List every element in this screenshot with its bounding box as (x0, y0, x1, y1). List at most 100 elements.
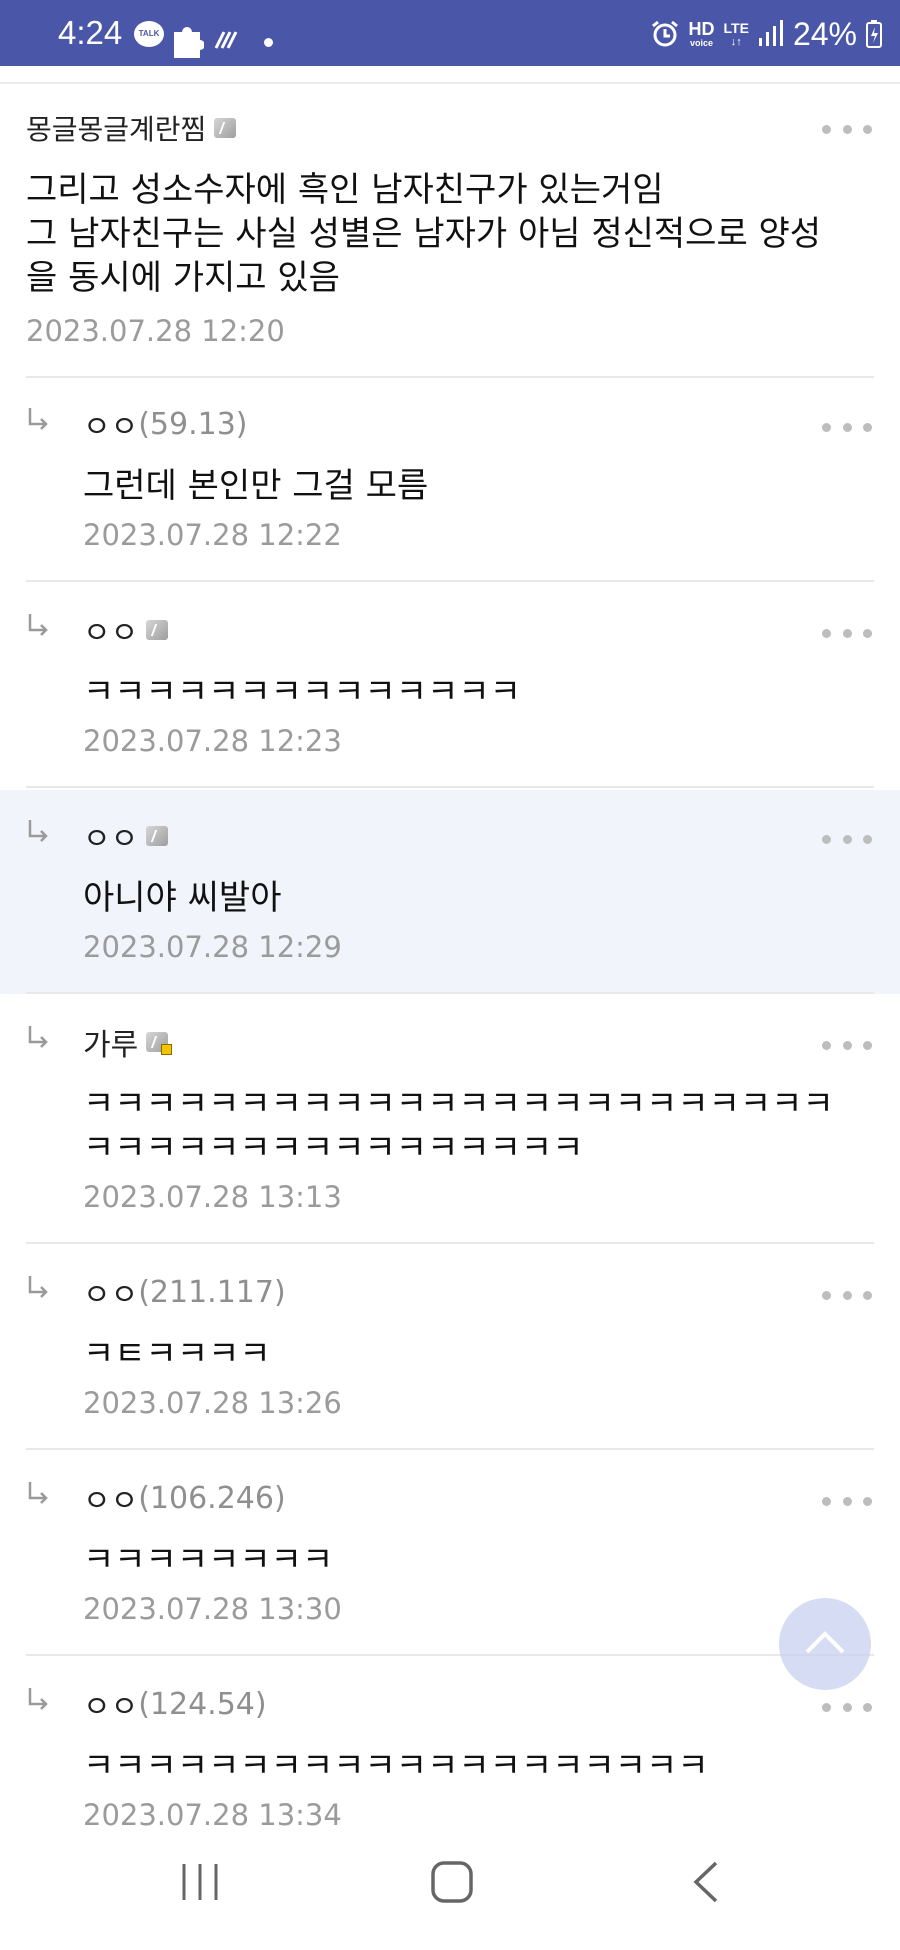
reply-arrow-icon (28, 1026, 48, 1048)
reply-date: 2023.07.28 13:30 (83, 1592, 342, 1626)
reply-line: ㅋㅋㅋㅋㅋㅋㅋㅋ (83, 1540, 334, 1580)
reply-text: ㅋㅌㅋㅋㅋㅋ (83, 1332, 863, 1376)
author-name: ㅇㅇ (83, 1484, 139, 1519)
kakaotalk-icon: TALK (134, 21, 164, 47)
reply-text: ㅋㅋㅋㅋㅋㅋㅋㅋ (83, 1538, 863, 1582)
reply-date: 2023.07.28 13:13 (83, 1180, 342, 1214)
reply-arrow-icon (28, 408, 48, 430)
more-dots-icon[interactable] (822, 1288, 872, 1302)
hd-label: HD (688, 19, 715, 39)
more-dots-icon[interactable] (822, 1038, 872, 1052)
author-ip: (59.13) (138, 406, 248, 442)
more-dots-icon[interactable] (822, 1700, 872, 1714)
more-dots-icon[interactable] (822, 420, 872, 434)
battery-percent: 24% (792, 15, 857, 52)
reply-author[interactable]: ㅇㅇ (124.54) (83, 1682, 863, 1726)
home-icon[interactable] (430, 1860, 474, 1904)
comment: 몽글몽글계란찜 그리고 성소수자에 흑인 남자친구가 있는거임 그 남자친구는 … (26, 108, 874, 348)
reply-text: ㅋㅋㅋㅋㅋㅋㅋㅋㅋㅋㅋㅋㅋㅋㅋㅋㅋㅋㅋㅋ (83, 1744, 863, 1788)
reply-author[interactable]: ㅇㅇ (83, 814, 863, 858)
alarm-icon (651, 20, 678, 47)
divider (26, 1654, 874, 1656)
comment-author[interactable]: 몽글몽글계란찜 (26, 108, 874, 148)
reply-date: 2023.07.28 12:29 (83, 930, 342, 964)
status-time: 4:24 (58, 14, 123, 51)
top-divider (0, 82, 900, 84)
reply-date: 2023.07.28 13:34 (83, 1798, 342, 1832)
reply-text: 아니야 씨발아 (83, 876, 863, 920)
reply-line: ㅋㅌㅋㅋㅋㅋ (83, 1334, 271, 1374)
more-dots-icon[interactable] (822, 832, 872, 846)
reply-author[interactable]: ㅇㅇ (106.246) (83, 1476, 863, 1520)
author-name: 몽글몽글계란찜 (26, 113, 207, 146)
lte-indicator: LTE ↓↑ (724, 20, 749, 48)
more-dots-icon[interactable] (822, 1494, 872, 1508)
reply-item: ㅇㅇ (106.246) ㅋㅋㅋㅋㅋㅋㅋㅋ 2023.07.28 13:30 (0, 1452, 900, 1656)
reply-content: ㅇㅇㅋㅋㅋㅋㅋㅋㅋㅋㅋㅋㅋㅋㅋㅋ 2023.07.28 12:23 (83, 608, 863, 758)
comment-line: 을 동시에 가지고 있음 (26, 258, 340, 298)
scroll-top-button[interactable] (779, 1598, 871, 1690)
reply-content: ㅇㅇ (59.13) 그런데 본인만 그걸 모름 2023.07.28 12:22 (83, 402, 863, 553)
comment-line: 그 남자친구는 사실 성별은 남자가 아님 정신적으로 양성 (26, 214, 822, 254)
hd-voice-indicator: HD voice (689, 20, 715, 48)
reply-author[interactable]: ㅇㅇ (211.117) (83, 1270, 863, 1314)
author-name: ㅇㅇ (83, 410, 139, 445)
reply-content: ㅇㅇ 아니야 씨발아 2023.07.28 12:29 (83, 814, 863, 964)
reply-content: ㅇㅇ (211.117) ㅋㅌㅋㅋㅋㅋ 2023.07.28 13:26 (83, 1270, 863, 1421)
recent-apps-icon[interactable] (180, 1860, 220, 1904)
divider (26, 580, 874, 582)
reply-content: ㅇㅇ (124.54) ㅋㅋㅋㅋㅋㅋㅋㅋㅋㅋㅋㅋㅋㅋㅋㅋㅋㅋㅋㅋ 2023.07.28… (83, 1682, 863, 1833)
reply-line: ㅋㅋㅋㅋㅋㅋㅋㅋㅋㅋㅋㅋㅋㅋㅋㅋ (83, 1128, 584, 1168)
wifi-calling-icon (214, 31, 238, 49)
reply-line: ㅋㅋㅋㅋㅋㅋㅋㅋㅋㅋㅋㅋㅋㅋㅋㅋㅋㅋㅋㅋㅋㅋㅋㅋ (83, 1084, 834, 1124)
reply-text: 그런데 본인만 그걸 모름 (83, 464, 863, 508)
battery-charging-icon (866, 20, 882, 48)
gallery-badge-icon (146, 620, 169, 640)
reply-text: ㅋㅋㅋㅋㅋㅋㅋㅋㅋㅋㅋㅋㅋㅋㅋㅋㅋㅋㅋㅋㅋㅋㅋㅋ ㅋㅋㅋㅋㅋㅋㅋㅋㅋㅋㅋㅋㅋㅋㅋㅋ (83, 1082, 863, 1170)
reply-arrow-icon (28, 1276, 48, 1298)
reply-author[interactable]: ㅇㅇ (83, 608, 863, 652)
reply-content: ㅇㅇ (106.246) ㅋㅋㅋㅋㅋㅋㅋㅋ 2023.07.28 13:30 (83, 1476, 863, 1627)
divider (26, 786, 874, 788)
more-dots-icon[interactable] (822, 626, 872, 640)
status-bar: 4:24 TALK HD voice LTE ↓↑ 24% (0, 0, 900, 66)
gallery-badge-icon (146, 826, 169, 846)
author-ip: (106.246) (138, 1480, 286, 1516)
puzzle-icon (174, 27, 204, 58)
gallery-badge-icon (214, 118, 237, 138)
reply-item: 가루 ㅋㅋㅋㅋㅋㅋㅋㅋㅋㅋㅋㅋㅋㅋㅋㅋㅋㅋㅋㅋㅋㅋㅋㅋ ㅋㅋㅋㅋㅋㅋㅋㅋㅋㅋㅋㅋㅋㅋ… (0, 996, 900, 1244)
notification-dot-icon (264, 38, 273, 47)
reply-author[interactable]: ㅇㅇ (59.13) (83, 402, 863, 446)
reply-date: 2023.07.28 12:22 (83, 518, 342, 552)
author-name: ㅇㅇ (83, 616, 139, 651)
reply-line: ㅋㅋㅋㅋㅋㅋㅋㅋㅋㅋㅋㅋㅋㅋ (83, 672, 521, 712)
signal-icon (758, 20, 783, 46)
reply-arrow-icon (28, 820, 48, 842)
reply-item: ㅇㅇ 아니야 씨발아 2023.07.28 12:29 (0, 790, 900, 994)
comment-date: 2023.07.28 12:20 (26, 314, 285, 348)
lte-label: LTE (723, 20, 749, 36)
back-icon[interactable] (690, 1860, 720, 1904)
more-dots-icon[interactable] (822, 122, 872, 136)
reply-item: ㅇㅇㅋㅋㅋㅋㅋㅋㅋㅋㅋㅋㅋㅋㅋㅋ 2023.07.28 12:23 (0, 584, 900, 788)
reply-line: 그런데 본인만 그걸 모름 (83, 466, 429, 506)
reply-arrow-icon (28, 614, 48, 636)
reply-line: 아니야 씨발아 (83, 878, 282, 918)
voice-label: voice (690, 38, 714, 48)
reply-line: ㅋㅋㅋㅋㅋㅋㅋㅋㅋㅋㅋㅋㅋㅋㅋㅋㅋㅋㅋㅋ (83, 1746, 709, 1786)
android-nav-bar (0, 1830, 900, 1950)
author-ip: (124.54) (138, 1686, 267, 1722)
comment-text: 그리고 성소수자에 흑인 남자친구가 있는거임 그 남자친구는 사실 성별은 남… (26, 168, 874, 300)
reply-item: ㅇㅇ (59.13) 그런데 본인만 그걸 모름 2023.07.28 12:22 (0, 378, 900, 582)
chevron-up-icon (805, 1631, 845, 1654)
author-ip: (211.117) (138, 1274, 286, 1310)
author-name: 가루 (83, 1028, 139, 1063)
reply-item: ㅇㅇ (211.117) ㅋㅌㅋㅋㅋㅋ 2023.07.28 13:26 (0, 1246, 900, 1450)
divider (26, 1242, 874, 1244)
divider (26, 992, 874, 994)
fixed-nick-badge-icon (146, 1032, 173, 1055)
reply-content: 가루 ㅋㅋㅋㅋㅋㅋㅋㅋㅋㅋㅋㅋㅋㅋㅋㅋㅋㅋㅋㅋㅋㅋㅋㅋ ㅋㅋㅋㅋㅋㅋㅋㅋㅋㅋㅋㅋㅋㅋ… (83, 1020, 863, 1214)
reply-author[interactable]: 가루 (83, 1020, 863, 1064)
author-name: ㅇㅇ (83, 1690, 139, 1725)
reply-date: 2023.07.28 12:23 (83, 724, 342, 758)
